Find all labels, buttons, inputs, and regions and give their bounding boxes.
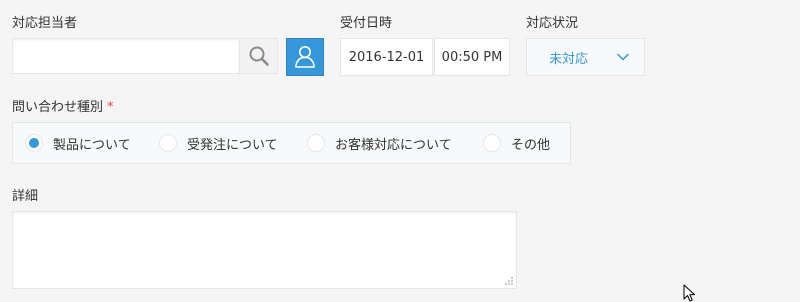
radio-option-label: 製品について: [53, 137, 131, 153]
radio-option-other[interactable]: その他: [483, 123, 550, 163]
radio-option-product[interactable]: 製品について: [25, 123, 131, 163]
chevron-down-icon: [616, 53, 630, 61]
assignee-search-button[interactable]: [240, 38, 278, 74]
resize-grip-icon[interactable]: [504, 276, 514, 286]
status-selected-value: 未対応: [549, 51, 589, 67]
radio-option-customer-service[interactable]: お客様対応について: [307, 123, 452, 163]
details-textarea[interactable]: [12, 211, 517, 289]
radio-option-label: その他: [511, 137, 551, 153]
inquiry-type-label-text: 問い合わせ種別: [12, 100, 104, 115]
inquiry-type-radio-group: 製品について 受発注について お客様対応について その他: [12, 122, 571, 164]
received-datetime-label: 受付日時: [340, 16, 393, 31]
received-time-field[interactable]: 00:50 PM: [434, 38, 510, 76]
search-icon: [249, 46, 269, 66]
radio-button[interactable]: [25, 134, 43, 152]
assignee-label: 対応担当者: [12, 16, 78, 31]
radio-option-orders[interactable]: 受発注について: [159, 123, 278, 163]
inquiry-type-label: 問い合わせ種別 *: [12, 96, 114, 115]
mouse-cursor-icon: [683, 284, 695, 302]
user-icon: [295, 46, 315, 68]
received-date-field[interactable]: 2016-12-01: [340, 38, 433, 76]
assignee-user-select-button[interactable]: [286, 38, 324, 76]
details-label: 詳細: [12, 189, 39, 204]
required-mark: *: [107, 100, 114, 115]
assignee-input[interactable]: [12, 38, 240, 74]
radio-button[interactable]: [159, 134, 177, 152]
status-label: 対応状況: [526, 16, 579, 31]
status-dropdown[interactable]: 未対応: [526, 38, 645, 76]
radio-option-label: 受発注について: [187, 137, 278, 153]
radio-option-label: お客様対応について: [335, 137, 452, 153]
radio-button[interactable]: [307, 134, 325, 152]
radio-button[interactable]: [483, 134, 501, 152]
